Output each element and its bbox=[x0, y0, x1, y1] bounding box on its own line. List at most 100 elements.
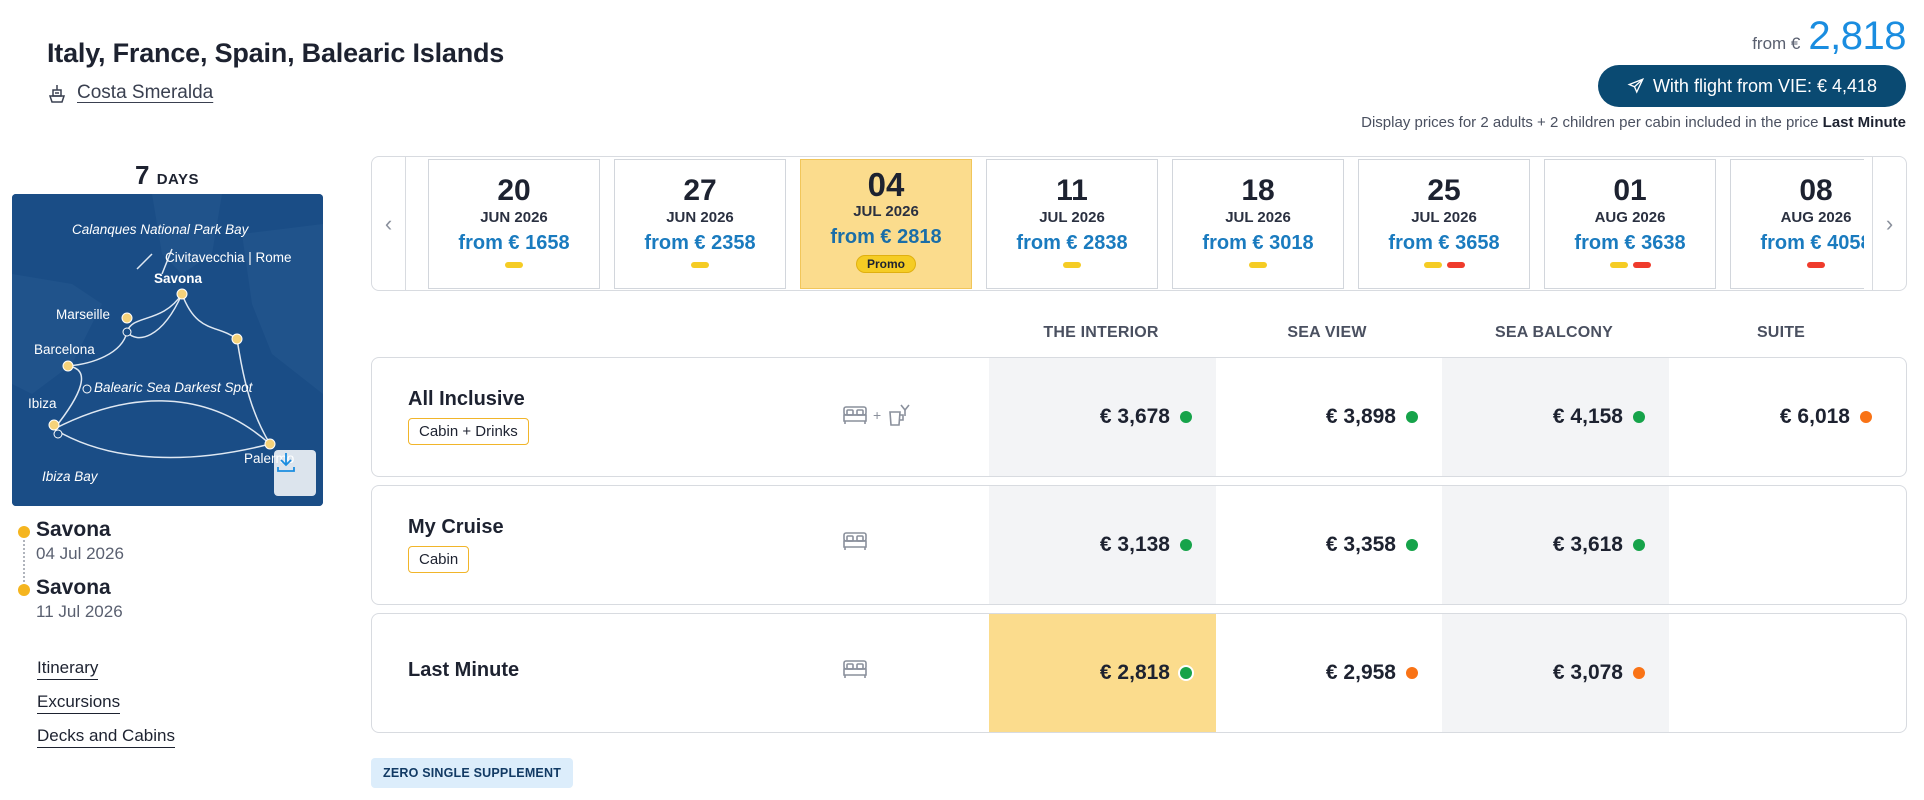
price-cell[interactable]: € 3,138 bbox=[989, 486, 1216, 604]
duration-value: 7 bbox=[135, 160, 150, 190]
date-price: from € 3658 bbox=[1388, 232, 1500, 254]
map-label-balearic: Balearic Sea Darkest Spot bbox=[94, 380, 253, 395]
date-card[interactable]: 27 JUN 2026 from € 2358 bbox=[614, 159, 786, 289]
availability-dot bbox=[1860, 411, 1872, 423]
fare-tag: Cabin bbox=[408, 546, 470, 573]
date-card[interactable]: 25 JUL 2026 from € 3658 bbox=[1358, 159, 1530, 289]
ship-name[interactable]: Costa Smeralda bbox=[77, 82, 213, 104]
bed-icon bbox=[843, 532, 867, 550]
date-month: JUN 2026 bbox=[480, 209, 548, 226]
itinerary-map[interactable]: Calanques National Park Bay Civitavecchi… bbox=[12, 194, 323, 506]
price-cell[interactable]: € 3,358 bbox=[1215, 486, 1442, 604]
date-card[interactable]: 11 JUL 2026 from € 2838 bbox=[986, 159, 1158, 289]
cabin-price: € 4,158 bbox=[1552, 405, 1623, 428]
chevron-left-icon: ‹ bbox=[384, 210, 393, 236]
link-itinerary[interactable]: Itinerary bbox=[37, 658, 99, 680]
cabin-price: € 2,818 bbox=[1099, 661, 1170, 684]
date-month: JUL 2026 bbox=[1039, 209, 1105, 226]
drinks-icon bbox=[889, 404, 910, 426]
price-cell[interactable]: € 2,818 bbox=[989, 614, 1216, 732]
column-header-suite: SUITE bbox=[1756, 324, 1806, 341]
date-cards: 20 JUN 2026 from € 1658 27 JUN 2026 from € 23… bbox=[428, 159, 1864, 290]
date-price: from € 2818 bbox=[830, 226, 942, 248]
promo-badge: Promo bbox=[855, 255, 916, 273]
availability-bars bbox=[1359, 262, 1529, 268]
column-header-interior: THE INTERIOR bbox=[1043, 324, 1159, 341]
date-month: JUL 2026 bbox=[853, 203, 919, 220]
price-cell[interactable]: € 3,618 bbox=[1442, 486, 1669, 604]
price-cell[interactable]: € 6,018 bbox=[1669, 358, 1896, 476]
cabin-price: € 6,018 bbox=[1779, 405, 1850, 428]
fare-name: Last Minute bbox=[408, 659, 520, 681]
date-month: AUG 2026 bbox=[1780, 209, 1852, 226]
date-day: 25 bbox=[1427, 174, 1461, 207]
availability-bars bbox=[1731, 262, 1864, 268]
fare-name: All Inclusive bbox=[408, 388, 525, 410]
fare-row: My Cruise Cabin € 3,138 € 3,358 € 3,618 bbox=[371, 485, 1907, 605]
date-price: from € 1658 bbox=[458, 232, 570, 254]
fare-icons bbox=[842, 530, 868, 552]
date-card[interactable]: 01 AUG 2026 from € 3638 bbox=[1544, 159, 1716, 289]
fare-row: All Inclusive Cabin + Drinks + € 3,678 € 3,8… bbox=[371, 357, 1907, 477]
map-label-savona: Savona bbox=[154, 271, 203, 286]
availability-dot bbox=[1633, 539, 1645, 551]
availability-bar bbox=[1807, 262, 1825, 268]
availability-bar bbox=[1249, 262, 1267, 268]
plus-sign: + bbox=[873, 407, 882, 423]
link-decks-cabins[interactable]: Decks and Cabins bbox=[37, 726, 175, 748]
availability-dot bbox=[1180, 667, 1192, 679]
date-day: 08 bbox=[1799, 174, 1833, 207]
cruise-duration: 7 DAYS bbox=[135, 160, 199, 191]
price-cell[interactable]: € 3,678 bbox=[989, 358, 1216, 476]
price-cell bbox=[1669, 614, 1896, 732]
availability-bar bbox=[1446, 262, 1465, 268]
cabin-price: € 3,678 bbox=[1099, 405, 1170, 428]
duration-unit: DAYS bbox=[156, 171, 200, 188]
availability-bar bbox=[1063, 262, 1081, 268]
availability-bars bbox=[1173, 262, 1343, 268]
fare-tag: Cabin + Drinks bbox=[408, 418, 529, 445]
flight-option-label: With flight from VIE: € 4,418 bbox=[1652, 75, 1878, 96]
price-cell[interactable]: € 3,898 bbox=[1215, 358, 1442, 476]
date-price: from € 3638 bbox=[1574, 232, 1686, 254]
availability-dot bbox=[1633, 411, 1645, 423]
price-from: from € 2,818 bbox=[1752, 14, 1906, 59]
price-cell[interactable]: € 4,158 bbox=[1442, 358, 1669, 476]
arrival-port: Savona 11 Jul 2026 bbox=[36, 576, 123, 622]
map-download-button[interactable] bbox=[274, 450, 316, 496]
date-card[interactable]: 18 JUL 2026 from € 3018 bbox=[1172, 159, 1344, 289]
availability-bars bbox=[615, 262, 785, 268]
route-connector bbox=[23, 540, 25, 582]
map-label-ibiza-bay: Ibiza Bay bbox=[42, 469, 98, 484]
cabin-price: € 2,958 bbox=[1325, 661, 1396, 684]
column-header-sea-view: SEA VIEW bbox=[1287, 324, 1367, 341]
fare-icons bbox=[842, 658, 868, 680]
date-price: from € 3018 bbox=[1202, 232, 1314, 254]
date-card[interactable]: 20 JUN 2026 from € 1658 bbox=[428, 159, 600, 289]
date-card[interactable]: 08 AUG 2026 from € 4058 bbox=[1730, 159, 1864, 289]
carousel-next-button[interactable]: › bbox=[1872, 157, 1906, 290]
price-cell[interactable]: € 3,078 bbox=[1442, 614, 1669, 732]
price-cell[interactable]: € 2,958 bbox=[1215, 614, 1442, 732]
map-label-calanques: Calanques National Park Bay bbox=[72, 222, 249, 237]
cabin-price: € 3,358 bbox=[1325, 533, 1396, 556]
bed-icon bbox=[843, 660, 867, 678]
date-card[interactable]: 04 JUL 2026 from € 2818 Promo bbox=[800, 159, 972, 289]
cabin-price: € 3,138 bbox=[1099, 533, 1170, 556]
fare-icons: + bbox=[842, 402, 912, 428]
departure-date-carousel: ‹ 20 JUN 2026 from € 1658 27 JUN 2026 from € … bbox=[371, 156, 1907, 291]
carousel-prev-button[interactable]: ‹ bbox=[372, 157, 406, 290]
price-notice-text: Display prices for 2 adults + 2 children… bbox=[1361, 114, 1819, 131]
link-excursions[interactable]: Excursions bbox=[37, 692, 121, 714]
availability-dot bbox=[1180, 539, 1192, 551]
map-label-ibiza: Ibiza bbox=[28, 396, 57, 411]
map-label-marseille: Marseille bbox=[56, 307, 111, 322]
map-label-barcelona: Barcelona bbox=[34, 342, 95, 357]
ship-link[interactable]: Costa Smeralda bbox=[47, 82, 213, 104]
cruise-links: Itinerary Excursions Decks and Cabins bbox=[37, 658, 175, 760]
flight-option-button[interactable]: With flight from VIE: € 4,418 bbox=[1598, 65, 1906, 107]
departure-port: Savona 04 Jul 2026 bbox=[36, 518, 124, 564]
price-from-value: 2,818 bbox=[1808, 14, 1906, 58]
fare-name: My Cruise bbox=[408, 516, 504, 538]
date-month: JUN 2026 bbox=[666, 209, 734, 226]
